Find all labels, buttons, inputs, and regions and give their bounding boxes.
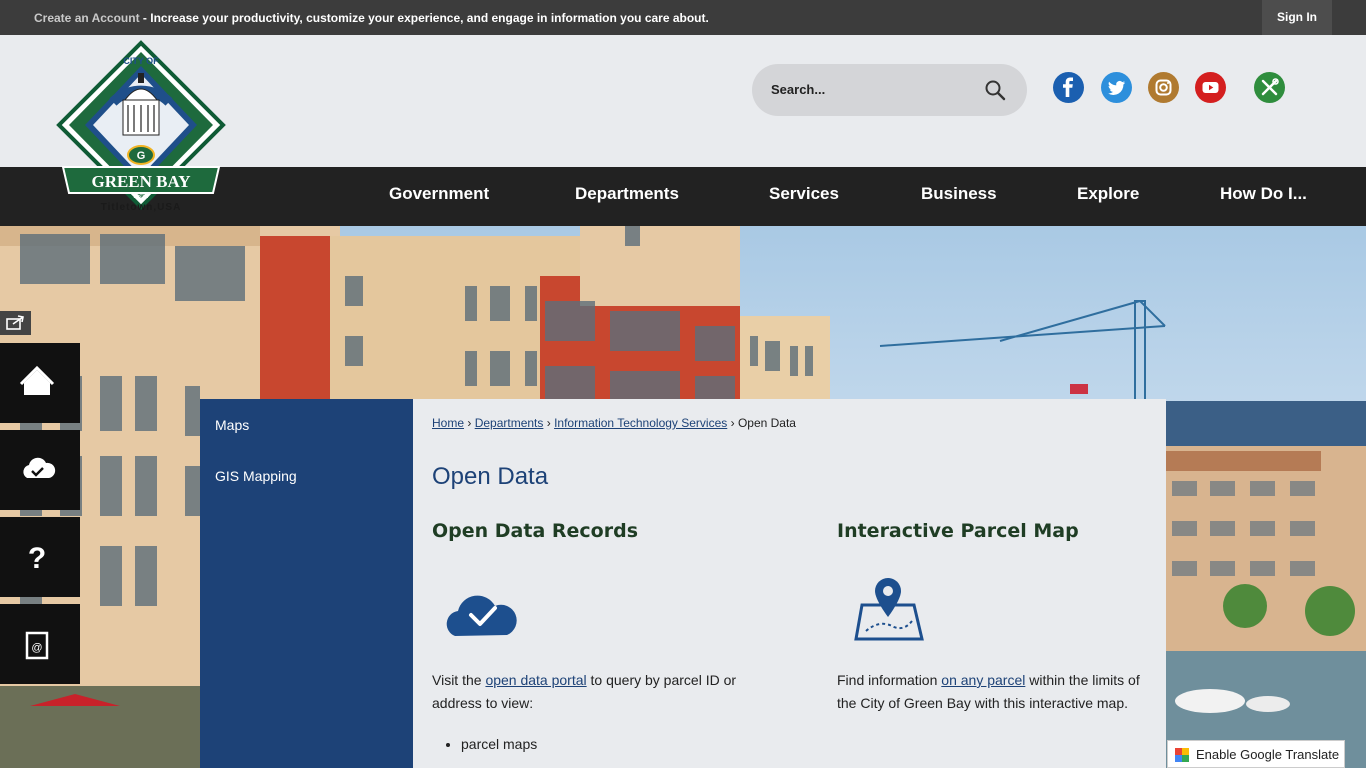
home-icon	[19, 365, 55, 395]
records-heading: Open Data Records	[432, 520, 639, 542]
map-pin-icon[interactable]	[852, 575, 924, 650]
create-account-link[interactable]: Create an Account	[34, 11, 140, 25]
nav-government[interactable]: Government	[389, 167, 489, 226]
nav-services[interactable]: Services	[769, 167, 839, 226]
youtube-icon[interactable]	[1195, 72, 1226, 103]
account-message-text: - Increase your productivity, customize …	[139, 11, 709, 25]
svg-text:?: ?	[28, 542, 46, 575]
open-data-portal-link[interactable]: open data portal	[485, 672, 586, 688]
breadcrumb-its[interactable]: Information Technology Services	[554, 416, 727, 430]
search-input[interactable]: Search...	[771, 82, 825, 97]
translate-label: Enable Google Translate	[1196, 747, 1340, 762]
parcel-description: Find information on any parcel within th…	[837, 669, 1157, 715]
account-message: Create an Account - Increase your produc…	[34, 11, 709, 25]
top-utility-bar: Create an Account - Increase your produc…	[0, 0, 1366, 35]
side-navigation: Maps GIS Mapping	[200, 399, 413, 768]
home-button[interactable]	[0, 343, 80, 423]
nav-business[interactable]: Business	[921, 167, 997, 226]
records-text-1: Visit the	[432, 672, 486, 688]
any-parcel-link[interactable]: on any parcel	[941, 672, 1025, 688]
svg-text:@: @	[31, 642, 42, 654]
cloud-icon	[23, 457, 56, 478]
logo-year: 1854	[133, 193, 149, 200]
nav-how-do-i[interactable]: How Do I...	[1220, 167, 1307, 226]
breadcrumb-departments[interactable]: Departments	[475, 416, 544, 430]
sidebar-item-gis-mapping[interactable]: GIS Mapping	[215, 468, 297, 484]
sign-in-button[interactable]: Sign In	[1262, 0, 1332, 35]
parcel-text-1: Find information	[837, 672, 942, 688]
notify-me-button[interactable]	[0, 430, 80, 510]
city-logo[interactable]: CITY OF G GREEN BAY 1854 Titletown,USA	[55, 40, 227, 215]
nav-departments[interactable]: Departments	[575, 167, 679, 226]
twitter-icon[interactable]	[1101, 72, 1132, 103]
google-translate-button[interactable]: Enable Google Translate	[1167, 740, 1345, 768]
nav-explore[interactable]: Explore	[1077, 167, 1139, 226]
cloud-check-icon[interactable]	[445, 584, 520, 644]
logo-top-text: CITY OF	[123, 56, 159, 66]
sidebar-item-maps[interactable]: Maps	[215, 417, 249, 433]
directory-button[interactable]: @	[0, 604, 80, 684]
parcel-heading: Interactive Parcel Map	[837, 520, 1079, 542]
breadcrumb-current: Open Data	[737, 416, 796, 430]
breadcrumb: Home › Departments › Information Technol…	[432, 416, 796, 430]
records-description: Visit the open data portal to query by p…	[432, 669, 762, 715]
page-title: Open Data	[432, 463, 549, 490]
faq-button[interactable]: ?	[0, 517, 80, 597]
facebook-icon[interactable]	[1053, 72, 1084, 103]
svg-text:G: G	[137, 150, 146, 162]
google-icon	[1174, 747, 1190, 763]
records-list: parcel maps	[461, 736, 537, 760]
share-icon[interactable]	[0, 311, 31, 335]
list-item: parcel maps	[461, 736, 537, 752]
tools-icon[interactable]	[1254, 72, 1285, 103]
logo-name: GREEN BAY	[91, 172, 190, 191]
main-content: Home › Departments › Information Technol…	[413, 399, 1166, 768]
search-icon[interactable]	[984, 79, 1006, 101]
breadcrumb-home[interactable]: Home	[432, 416, 464, 430]
help-icon: ?	[28, 542, 46, 575]
instagram-icon[interactable]	[1148, 72, 1179, 103]
directory-icon: @	[25, 631, 49, 660]
logo-tagline: Titletown,USA	[101, 202, 182, 213]
